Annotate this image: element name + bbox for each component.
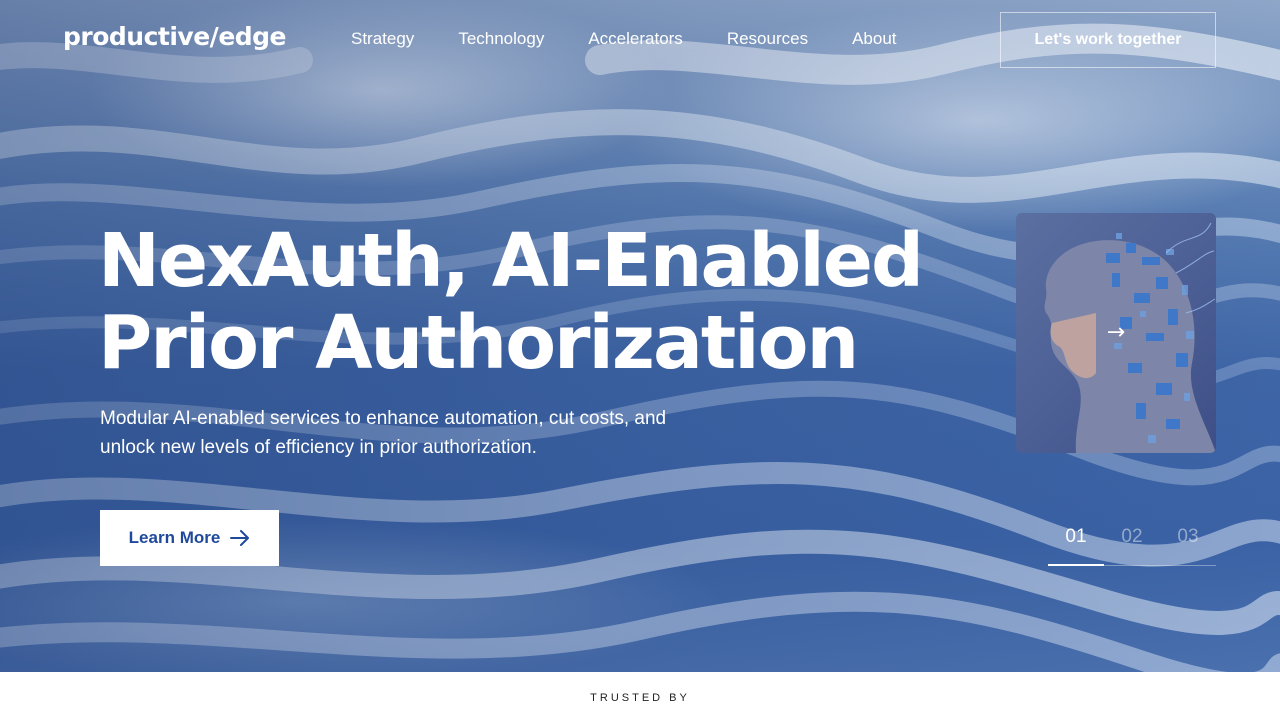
hero-title-line-1: NexAuth, AI-Enabled (98, 218, 924, 304)
nav-item-technology[interactable]: Technology (458, 29, 544, 49)
nav-item-accelerators[interactable]: Accelerators (588, 29, 682, 49)
hero-subtitle-line-1: Modular AI-enabled services to enhance a… (100, 408, 667, 429)
hero-title-line-2: Prior Authorization (98, 300, 859, 386)
trusted-by-label: TRUSTED BY (590, 692, 690, 704)
hero-subtitle: Modular AI-enabled services to enhance a… (100, 404, 700, 462)
nav-item-resources[interactable]: Resources (727, 29, 808, 49)
learn-more-button[interactable]: Learn More (100, 510, 279, 566)
slide-tab-1[interactable]: 01 (1048, 526, 1104, 548)
contact-cta-button[interactable]: Let's work together (1000, 12, 1216, 68)
hero-title: NexAuth, AI-Enabled Prior Authorization (98, 220, 998, 384)
hero-subtitle-line-2: unlock new levels of efficiency in prior… (100, 437, 537, 458)
slide-tab-2[interactable]: 02 (1104, 526, 1160, 548)
brand-logo[interactable]: productive/edge (63, 22, 287, 51)
nav-item-about[interactable]: About (852, 29, 896, 49)
nav-item-strategy[interactable]: Strategy (351, 29, 414, 49)
pager-progress (1048, 564, 1104, 566)
arrow-right-icon (230, 530, 250, 546)
card-arrow-right-icon[interactable]: → (1105, 322, 1127, 344)
slide-pager: 01 02 03 (1048, 524, 1216, 566)
learn-more-label: Learn More (128, 528, 221, 547)
slide-tab-3[interactable]: 03 (1160, 526, 1216, 548)
main-nav: Strategy Technology Accelerators Resourc… (351, 29, 941, 49)
